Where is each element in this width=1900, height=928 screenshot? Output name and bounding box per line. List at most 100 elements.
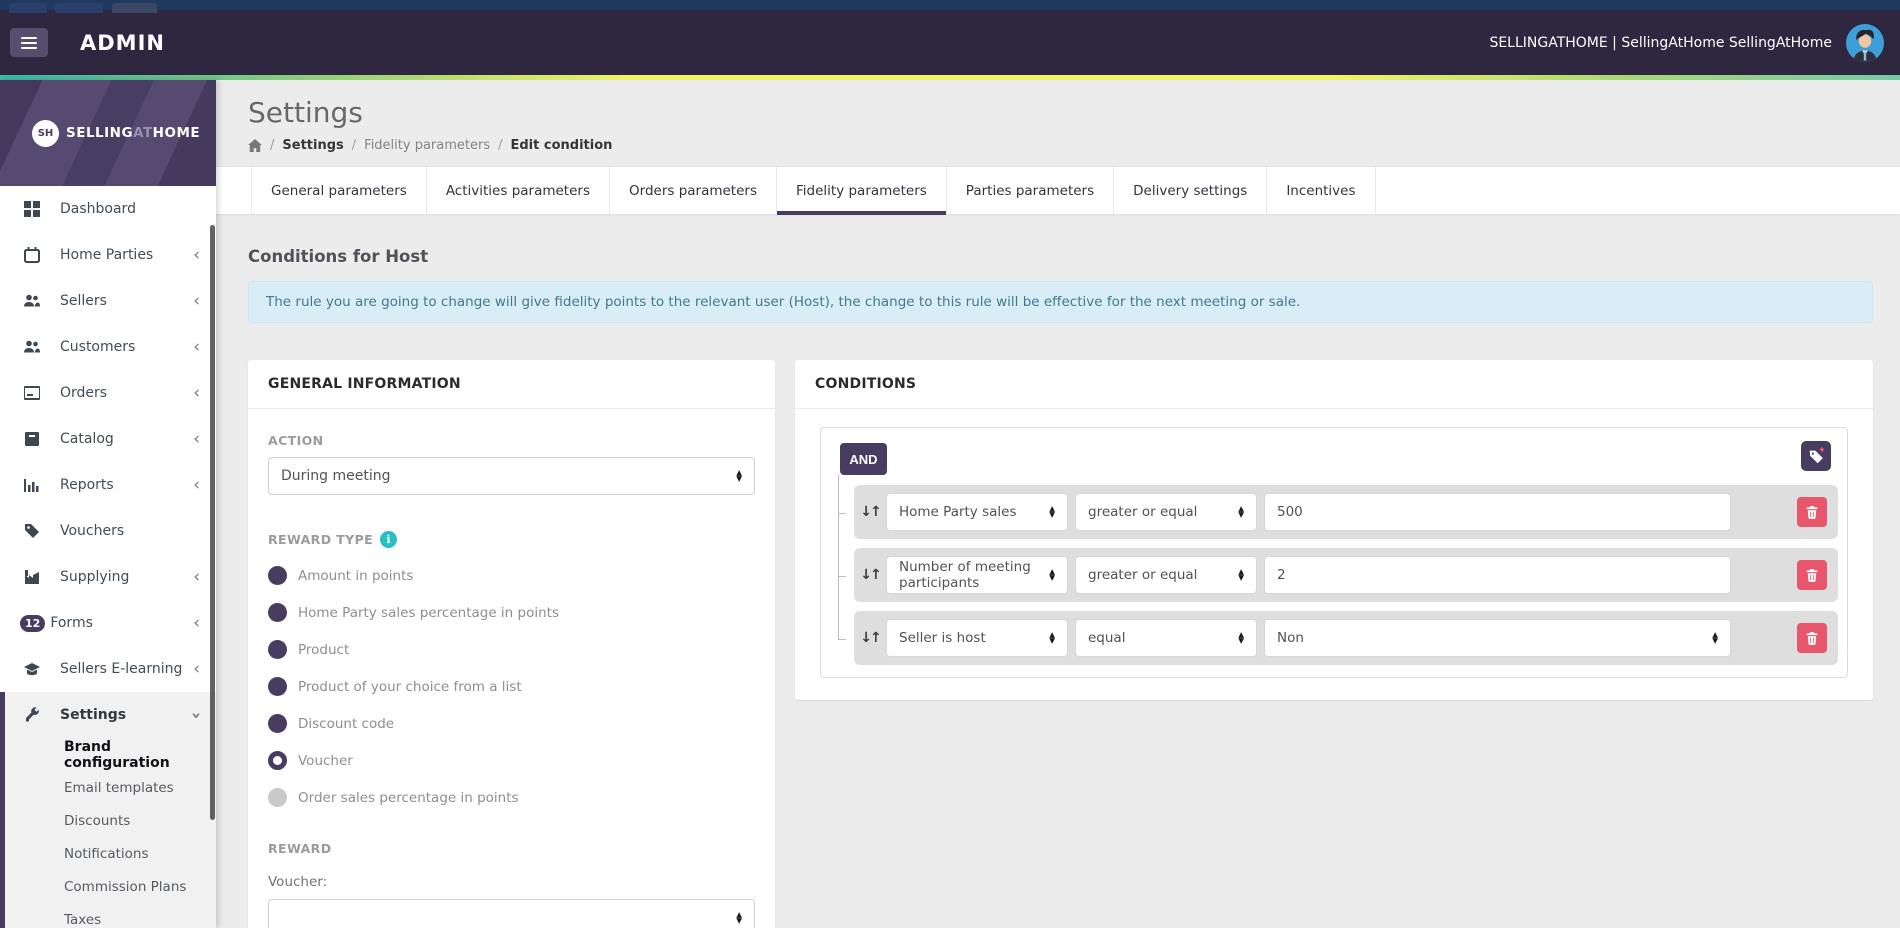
condition-comparator-select[interactable]: greater or equal ▲ ▼ [1075, 556, 1257, 594]
delete-condition-button[interactable] [1797, 560, 1827, 590]
sidebar-item-orders[interactable]: Orders ‹ [0, 370, 216, 416]
breadcrumb-settings[interactable]: Settings [282, 138, 343, 153]
radio-unselected-icon[interactable] [268, 603, 287, 622]
tab-activities-parameters[interactable]: Activities parameters [427, 167, 610, 214]
people-icon [24, 293, 40, 309]
hamburger-menu-button[interactable] [10, 28, 48, 57]
select-arrows-icon: ▲ ▼ [1049, 504, 1055, 519]
radio-disabled-icon [268, 788, 287, 807]
sidebar: SH SELLINGATHOME Dashboard Home Parties … [0, 80, 216, 928]
browser-tab-stub [9, 3, 47, 13]
drag-sort-icon[interactable]: ↓↑ [860, 630, 881, 646]
card-icon [23, 385, 41, 401]
browser-tab-stub [55, 3, 103, 13]
drag-sort-icon[interactable]: ↓↑ [860, 504, 881, 520]
people-icon [24, 339, 40, 355]
radio-unselected-icon[interactable] [268, 640, 287, 659]
user-avatar[interactable] [1846, 23, 1884, 62]
sidebar-item-vouchers[interactable]: Vouchers [0, 508, 216, 554]
breadcrumb-separator [498, 138, 502, 153]
condition-comparator-select[interactable]: greater or equal ▲ ▼ [1075, 493, 1257, 531]
reward-option-discount-code[interactable]: Discount code [268, 714, 755, 733]
select-arrows-icon: ▲ ▼ [1238, 504, 1244, 519]
reward-option-home-party-sales-percentage[interactable]: Home Party sales percentage in points [268, 603, 755, 622]
tab-parties-parameters[interactable]: Parties parameters [947, 167, 1115, 214]
submenu-item-email-templates[interactable]: Email templates [5, 771, 216, 804]
tab-fidelity-parameters[interactable]: Fidelity parameters [777, 167, 947, 215]
condition-comparator-select[interactable]: equal ▲ ▼ [1075, 619, 1257, 657]
settings-tabs: General parameters Activities parameters… [216, 166, 1900, 215]
select-arrows-icon: ▲ ▼ [736, 910, 742, 925]
submenu-item-brand-configuration[interactable]: Brand configuration [5, 738, 216, 771]
sidebar-item-reports[interactable]: Reports ‹ [0, 462, 216, 508]
radio-unselected-icon[interactable] [268, 566, 287, 585]
condition-field-select[interactable]: Home Party sales ▲ ▼ [886, 493, 1068, 531]
condition-row: ↓↑ Home Party sales ▲ ▼ greater or equal … [854, 485, 1838, 539]
tab-delivery-settings[interactable]: Delivery settings [1114, 167, 1268, 214]
user-account-label[interactable]: SELLINGATHOME | SellingAtHome SellingAtH… [1489, 35, 1832, 51]
reward-option-product[interactable]: Product [268, 640, 755, 659]
logo-text: SELLINGATHOME [66, 125, 201, 141]
sidebar-item-catalog[interactable]: Catalog ‹ [0, 416, 216, 462]
chevron-left-icon: ‹ [193, 566, 200, 587]
breadcrumb-separator [352, 138, 356, 153]
submenu-item-discounts[interactable]: Discounts [5, 804, 216, 837]
sidebar-item-forms[interactable]: 12 Forms ‹ [0, 600, 216, 646]
sidebar-logo[interactable]: SH SELLINGATHOME [0, 80, 216, 186]
reward-option-amount-in-points[interactable]: Amount in points [268, 566, 755, 585]
sidebar-item-dashboard[interactable]: Dashboard [0, 186, 216, 232]
tab-orders-parameters[interactable]: Orders parameters [610, 167, 777, 214]
sidebar-item-customers[interactable]: Customers ‹ [0, 324, 216, 370]
wrench-icon [24, 707, 40, 723]
condition-value-select[interactable]: Non ▲ ▼ [1264, 619, 1731, 657]
settings-submenu: Brand configuration Email templates Disc… [5, 738, 216, 928]
info-icon[interactable]: i [380, 531, 398, 548]
breadcrumb-fidelity-parameters[interactable]: Fidelity parameters [364, 138, 490, 153]
drag-sort-icon[interactable]: ↓↑ [860, 567, 881, 583]
reward-option-product-choice-from-list[interactable]: Product of your choice from a list [268, 677, 755, 696]
home-icon[interactable] [248, 139, 262, 152]
sidebar-item-sellers-elearning[interactable]: Sellers E-learning ‹ [0, 646, 216, 692]
condition-field-select[interactable]: Seller is host ▲ ▼ [886, 619, 1068, 657]
tab-incentives[interactable]: Incentives [1267, 167, 1376, 214]
main-content: Settings Settings Fidelity parameters Ed… [216, 80, 1900, 928]
chevron-left-icon: ‹ [193, 336, 200, 357]
radio-selected-icon[interactable] [268, 751, 287, 770]
breadcrumb: Settings Fidelity parameters Edit condit… [248, 138, 1873, 153]
tab-general-parameters[interactable]: General parameters [251, 167, 427, 214]
condition-field-select[interactable]: Number of meeting participants ▲ ▼ [886, 556, 1068, 594]
tree-connector [838, 475, 839, 640]
voucher-select[interactable]: ▲ ▼ [268, 899, 755, 928]
sidebar-item-supplying[interactable]: Supplying ‹ [0, 554, 216, 600]
delete-condition-button[interactable] [1797, 623, 1827, 653]
select-arrows-icon: ▲ ▼ [736, 468, 742, 483]
condition-value-input[interactable]: 2 [1264, 556, 1731, 594]
logo-sh-badge: SH [32, 119, 59, 147]
sidebar-scrollbar-thumb[interactable] [210, 225, 215, 820]
select-arrows-icon: ▲ ▼ [1049, 630, 1055, 645]
reward-option-voucher[interactable]: Voucher [268, 751, 755, 770]
condition-value-input[interactable]: 500 [1264, 493, 1731, 531]
radio-unselected-icon[interactable] [268, 714, 287, 733]
action-select[interactable]: During meeting ▲ ▼ [268, 457, 755, 495]
submenu-item-notifications[interactable]: Notifications [5, 837, 216, 870]
chevron-left-icon: ‹ [193, 658, 200, 679]
delete-condition-button[interactable] [1797, 497, 1827, 527]
section-heading: Conditions for Host [248, 247, 429, 266]
submenu-item-taxes[interactable]: Taxes [5, 903, 216, 928]
sidebar-item-sellers[interactable]: Sellers ‹ [0, 278, 216, 324]
trash-icon [1806, 569, 1818, 582]
sidebar-item-settings[interactable]: Settings ‹ [5, 692, 216, 738]
breadcrumb-edit-condition: Edit condition [510, 138, 613, 153]
and-operator-button[interactable]: AND [840, 443, 887, 475]
submenu-item-commission-plans[interactable]: Commission Plans [5, 870, 216, 903]
radio-unselected-icon[interactable] [268, 677, 287, 696]
conditions-title: CONDITIONS [795, 360, 1873, 409]
trash-icon [1806, 632, 1818, 645]
add-condition-tag-button[interactable] [1801, 441, 1831, 471]
voucher-field-label: Voucher: [268, 874, 328, 890]
select-arrows-icon: ▲ ▼ [1238, 630, 1244, 645]
chevron-left-icon: ‹ [193, 290, 200, 311]
sidebar-item-home-parties[interactable]: Home Parties ‹ [0, 232, 216, 278]
trash-icon [1806, 506, 1818, 519]
